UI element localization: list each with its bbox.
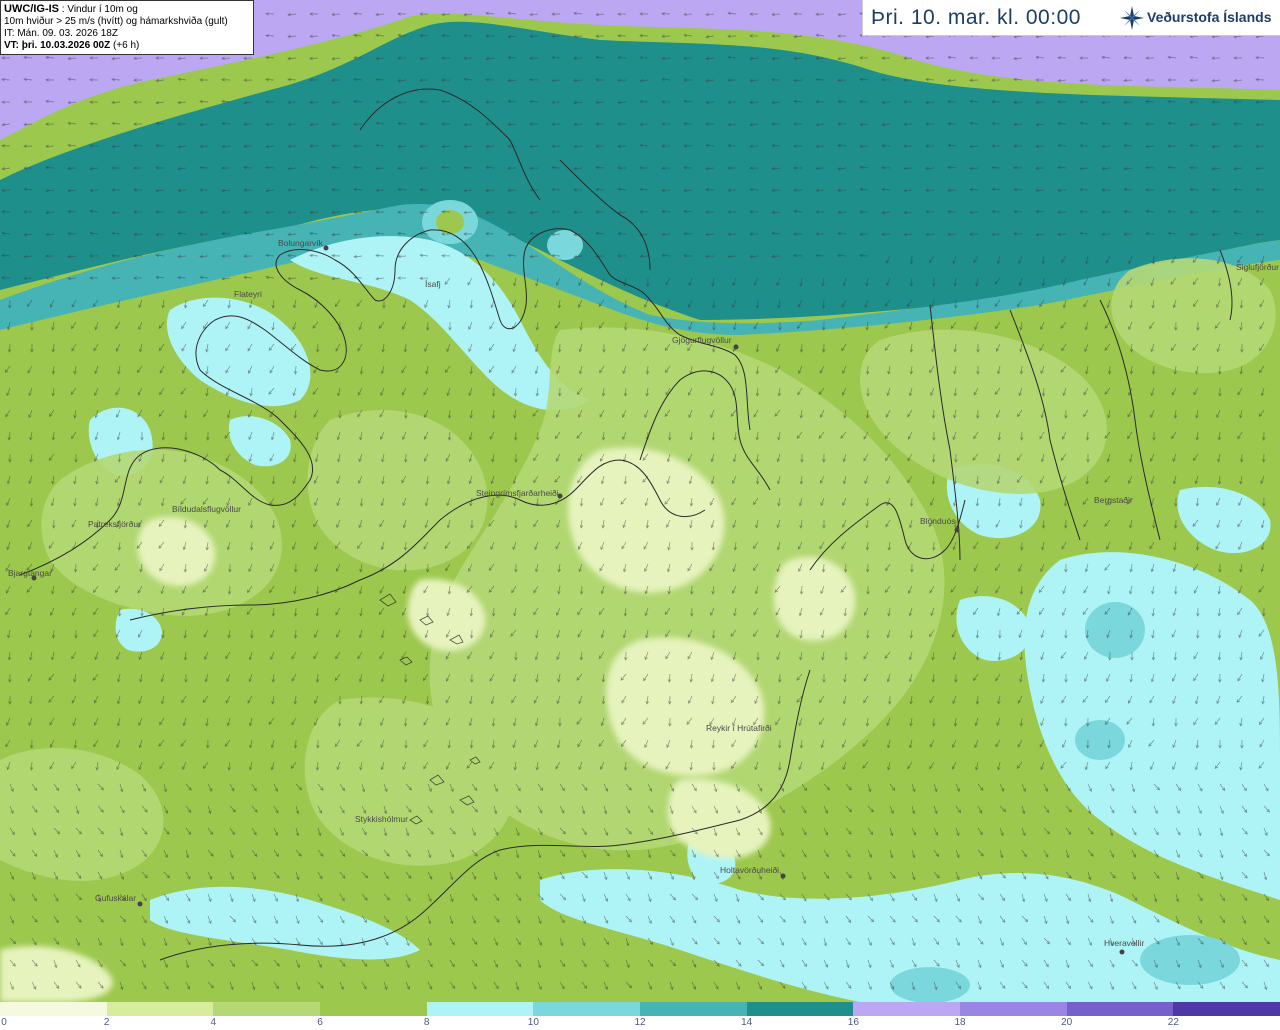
legend-swatch xyxy=(1173,1002,1280,1016)
legend-ticks: 0 2 4 6 8 10 12 14 16 18 20 22 xyxy=(0,1016,1280,1030)
legend-swatch xyxy=(426,1002,534,1016)
place-label: Bíldudalsflugvöllur xyxy=(172,504,241,514)
logo-text: Veðurstofa Íslands xyxy=(1147,9,1272,25)
place-marker xyxy=(323,245,329,251)
place-label: Hveravellir xyxy=(1104,938,1144,948)
legend-tick-label: 2 xyxy=(103,1017,110,1028)
legend-tick-label: 18 xyxy=(954,1017,966,1028)
legend-swatch xyxy=(853,1002,961,1016)
legend-tick-label: 4 xyxy=(210,1017,217,1028)
place-label: Bolungarvík xyxy=(278,238,324,248)
legend-tick-label: 20 xyxy=(1061,1017,1073,1028)
forecast-date: Þri. 10. mar. kl. 00:00 xyxy=(871,6,1081,29)
legend-tick-label: 14 xyxy=(741,1017,753,1028)
legend-tick-label: 12 xyxy=(634,1017,646,1028)
place-label: Stykkishólmur xyxy=(355,814,408,824)
place-marker xyxy=(733,344,739,350)
place-label: Gjögurflugvöllur xyxy=(672,335,732,345)
place-label: Bjargtangar xyxy=(8,568,52,578)
place-marker xyxy=(31,575,37,581)
info-box: UWC/IG-IS : Vindur í 10m og 10m hviður >… xyxy=(0,0,254,55)
place-marker xyxy=(557,493,563,499)
legend-swatch xyxy=(106,1002,214,1016)
forecast-header: Þri. 10. mar. kl. 00:00 Veðurstofa Íslan… xyxy=(862,0,1280,36)
wind-map: Bolungarvík Flateyri Ísafj Gjögurflugvöllur… xyxy=(0,0,1280,1002)
legend-swatch xyxy=(746,1002,854,1016)
legend-color-bar xyxy=(0,1002,1280,1016)
legend-swatch xyxy=(1066,1002,1174,1016)
place-marker xyxy=(954,527,960,533)
legend-swatch xyxy=(640,1002,747,1016)
place-label: Reykir í Hrútafirði xyxy=(706,723,772,733)
legend-tick-label: 6 xyxy=(317,1017,323,1028)
vedurstofa-star-logo-icon xyxy=(1120,6,1144,30)
place-label: Gufuskálar xyxy=(95,893,136,903)
legend-tick-label: 8 xyxy=(423,1017,430,1028)
place-marker xyxy=(137,901,143,907)
info-line3: IT: Mán. 09. 03. 2026 18Z xyxy=(4,28,118,39)
legend-tick-label: 22 xyxy=(1167,1017,1179,1028)
legend-swatch xyxy=(533,1002,641,1016)
legend-tick-label: 16 xyxy=(847,1017,859,1028)
place-label: Bergstaðir xyxy=(1094,495,1133,505)
place-label: Holtavörðuheiði xyxy=(720,865,779,875)
place-label: Flateyri xyxy=(234,289,262,299)
legend-swatch xyxy=(320,1002,427,1016)
place-marker xyxy=(780,873,786,879)
legend-swatch xyxy=(0,1002,107,1016)
legend-tick-label: 0 xyxy=(1,1017,7,1028)
place-marker xyxy=(1119,949,1125,955)
color-legend: 0 2 4 6 8 10 12 14 16 18 20 22 xyxy=(0,1002,1280,1030)
info-title: UWC/IG-IS : Vindur í 10m og xyxy=(4,3,138,15)
place-label: Blönduós xyxy=(920,516,955,526)
place-label: Steingrímsfjarðarheiði xyxy=(476,488,559,498)
place-label: Ísafj xyxy=(425,279,441,289)
info-line2: 10m hviður > 25 m/s (hvítt) og hámarkshv… xyxy=(4,16,228,27)
legend-swatch xyxy=(960,1002,1067,1016)
legend-tick-label: 10 xyxy=(527,1017,539,1028)
place-label: Patreksfjörður xyxy=(88,519,141,529)
place-label: Siglufjörður xyxy=(1236,262,1279,272)
legend-swatch xyxy=(213,1002,321,1016)
info-line4: VT: þri. 10.03.2026 00Z (+6 h) xyxy=(4,40,140,51)
